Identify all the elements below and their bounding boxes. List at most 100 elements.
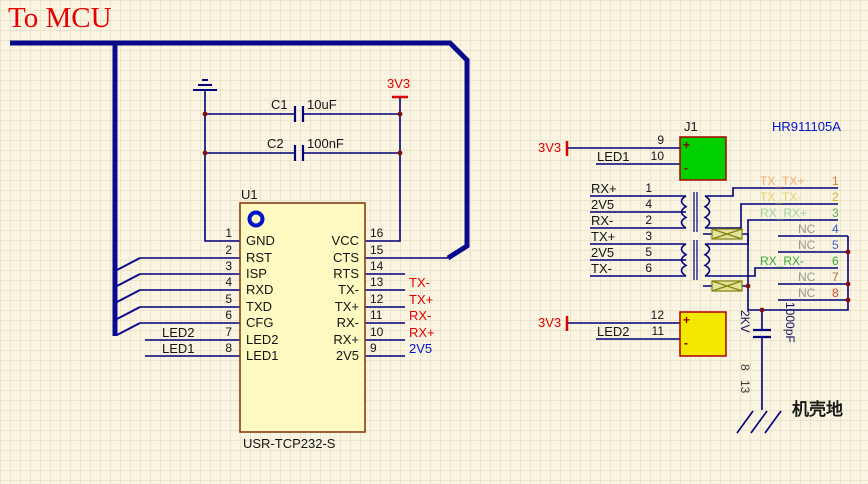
u1-pin-number: 12 [370, 292, 383, 306]
u1-pin-name: GND [246, 233, 275, 248]
net-label: LED2 [162, 325, 195, 340]
jack-pin-label: TX_TX- [760, 190, 801, 204]
u1-pin-name: CTS [280, 250, 359, 265]
j1-row-label: TX- [591, 261, 612, 276]
cap-c2-ref: C2 [267, 136, 284, 151]
jack-pin-number: 5 [832, 238, 839, 252]
net-label: LED1 [597, 149, 630, 164]
j1-pin-number: 5 [634, 245, 652, 259]
u1-pin-name: LED2 [246, 332, 279, 347]
jack-pin-label: NC [798, 222, 815, 236]
u1-pin-name: TX- [280, 282, 359, 297]
u1-refdes: U1 [241, 187, 258, 202]
j1-refdes: J1 [684, 119, 698, 134]
u1-pin-name: CFG [246, 315, 273, 330]
net-label: RX+ [409, 325, 435, 340]
u1-pin-number: 15 [370, 243, 383, 257]
j1-pin-number: 1 [634, 181, 652, 195]
j1-pin-number: 9 [638, 133, 664, 147]
jack-pin-number: 3 [832, 206, 839, 220]
jack-pin-number: 7 [832, 270, 839, 284]
j1-pin-number: 3 [634, 229, 652, 243]
sheet-title: To MCU [8, 2, 112, 34]
j1-part-number: HR911105A [772, 119, 841, 134]
termination-resistors [712, 229, 742, 291]
u1-pin-number: 8 [208, 341, 232, 355]
iso-cap-rating: 2KV [738, 310, 752, 333]
u1-pin-name: RX+ [280, 332, 359, 347]
jack-pin-number: 2 [832, 190, 839, 204]
net-label: RX- [409, 308, 431, 323]
capacitor-c2-symbol [295, 145, 303, 161]
u1-pin-name: RXD [246, 282, 273, 297]
u1-pin-number: 16 [370, 226, 383, 240]
jack-pin-label: NC [798, 286, 815, 300]
u1-pin-number: 13 [370, 275, 383, 289]
u1-pin-name: 2V5 [280, 348, 359, 363]
chassis-ground-label: 机壳地 [792, 400, 843, 419]
schematic-sheet: To MCU 3V3 C1 10uF C2 100nF U1 USR-TCP23… [0, 0, 868, 484]
net-label: 2V5 [409, 341, 432, 356]
jack-pin-label: RX_RX+ [760, 206, 807, 220]
u1-pin-name: RTS [280, 266, 359, 281]
capacitor-c1-symbol [295, 106, 303, 122]
power-3v3-label: 3V3 [538, 140, 561, 155]
u1-pin-name: ISP [246, 266, 267, 281]
u1-pin-number: 4 [208, 275, 232, 289]
j1-pin-number: 6 [634, 261, 652, 275]
cap-c2-value: 100nF [307, 136, 344, 151]
net-label: TX- [409, 275, 430, 290]
u1-pin-number: 10 [370, 325, 383, 339]
jack-pin-label: RX_RX- [760, 254, 804, 268]
wire-layer [0, 0, 868, 484]
j1-row-label: 2V5 [591, 245, 614, 260]
u1-pin-number: 14 [370, 259, 383, 273]
j1-row-label: RX- [591, 213, 613, 228]
polarity-minus: - [684, 337, 688, 349]
u1-pin-name: TX+ [280, 299, 359, 314]
jack-pin-number: 1 [832, 174, 839, 188]
u1-pin-number: 3 [208, 259, 232, 273]
u1-pin-name: RX- [280, 315, 359, 330]
j1-pin-number: 2 [634, 213, 652, 227]
net-label: LED2 [597, 324, 630, 339]
cap-c1-ref: C1 [271, 97, 288, 112]
iso-cap-value: 1000pF [783, 302, 797, 343]
u1-pin-number: 7 [208, 325, 232, 339]
j1-row-label: 2V5 [591, 197, 614, 212]
u1-pin-name: LED1 [246, 348, 279, 363]
u1-pin-number: 5 [208, 292, 232, 306]
bus-entries [117, 258, 140, 335]
polarity-plus: + [683, 139, 690, 151]
chassis-ground-symbol [737, 411, 781, 433]
u1-pin-number: 9 [370, 341, 377, 355]
j1-row-label: TX+ [591, 229, 615, 244]
u1-pin-number: 6 [208, 308, 232, 322]
jack-pin-number: 4 [832, 222, 839, 236]
j1-pin-number: 4 [634, 197, 652, 211]
u1-pin-number: 11 [370, 308, 382, 322]
power-3v3-label: 3V3 [387, 76, 410, 91]
j1-pin-number: 10 [638, 149, 664, 163]
net-label: TX+ [409, 292, 433, 307]
cap-c1-value: 10uF [307, 97, 337, 112]
shield-pin-number: 8 [738, 364, 752, 371]
j1-pin-number: 12 [638, 308, 664, 322]
jack-pin-number: 6 [832, 254, 839, 268]
u1-pin-number: 2 [208, 243, 232, 257]
jack-pin-number: 8 [832, 286, 839, 300]
power-3v3-label: 3V3 [538, 315, 561, 330]
u1-pin-name: RST [246, 250, 272, 265]
j1-pin-number: 11 [638, 324, 664, 338]
ground-symbol [193, 80, 217, 90]
polarity-minus: - [684, 162, 688, 174]
jack-pin-label: NC [798, 270, 815, 284]
u1-pin-number: 1 [208, 226, 232, 240]
polarity-plus: + [683, 314, 690, 326]
u1-pin-name: VCC [280, 233, 359, 248]
j1-row-label: RX+ [591, 181, 617, 196]
u1-pin-name: TXD [246, 299, 272, 314]
jack-pin-label: NC [798, 238, 815, 252]
isolation-cap-symbol [753, 330, 771, 337]
shield-pin-number: 13 [738, 380, 752, 393]
